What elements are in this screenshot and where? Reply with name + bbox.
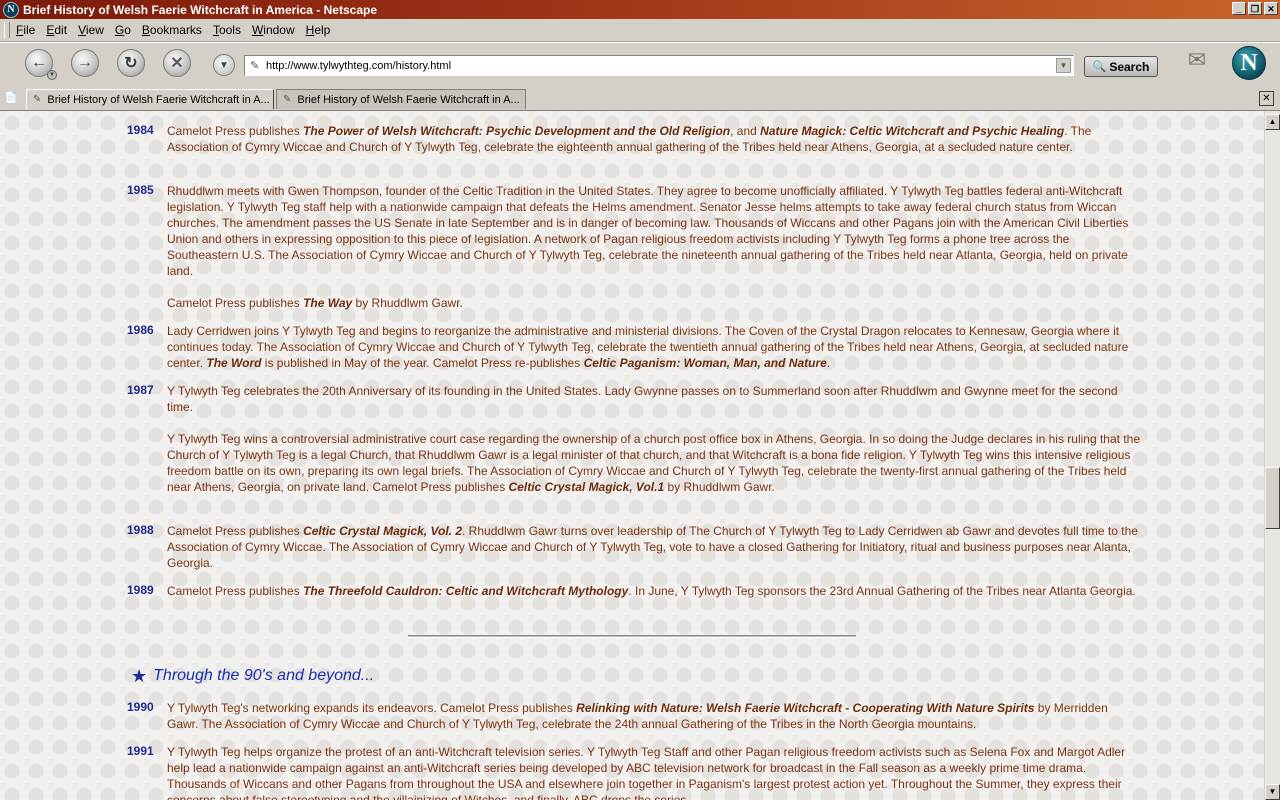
menu-tools[interactable]: Tools: [213, 23, 241, 37]
back-history-dropdown[interactable]: ▼: [47, 70, 57, 80]
book-title: Nature Magick: Celtic Witchcraft and Psy…: [760, 124, 1065, 138]
menu-go[interactable]: Go: [115, 23, 131, 37]
menu-access-key: H: [305, 23, 315, 37]
chevron-down-icon: ▼: [219, 59, 229, 71]
entry-year: 1988: [127, 523, 154, 537]
stop-icon: ✕: [170, 55, 184, 72]
address-bar[interactable]: ✎ http://www.tylwythteg.com/history.html…: [244, 55, 1074, 76]
menu-access-key: V: [78, 23, 86, 37]
entry-text: Camelot Press publishes Celtic Crystal M…: [167, 523, 1142, 571]
book-title: The Threefold Cauldron: Celtic and Witch…: [303, 584, 629, 598]
menu-access-key: T: [212, 23, 219, 37]
forward-arrow-icon: →: [77, 54, 93, 71]
close-icon: ✕: [1262, 93, 1271, 104]
magnifier-icon: 🔍: [1092, 61, 1107, 73]
entry-paragraph: Y Tylwyth Teg wins a controversial admin…: [167, 432, 1140, 494]
minimize-button[interactable]: _: [1232, 2, 1246, 15]
entry-paragraph: Y Tylwyth Teg celebrates the 20th Annive…: [167, 384, 1118, 414]
section-heading: ★ Through the 90's and beyond...: [131, 667, 374, 685]
mail-icon[interactable]: ✉: [1182, 47, 1212, 73]
book-title: Celtic Crystal Magick, Vol. 2: [303, 524, 463, 538]
tab-label: Brief History of Welsh Faerie Witchcraft…: [297, 93, 520, 106]
entry-year: 1991: [127, 744, 154, 758]
page-icon: ✎: [283, 94, 292, 105]
menu-access-key: G: [114, 23, 125, 37]
menu-window[interactable]: Window: [252, 23, 295, 37]
search-button-label: Search: [1109, 59, 1150, 74]
page-icon: ✎: [33, 94, 42, 105]
scroll-up-button[interactable]: ▲: [1265, 114, 1280, 130]
scroll-down-button[interactable]: ▼: [1265, 784, 1280, 800]
tab-label: Brief History of Welsh Faerie Witchcraft…: [47, 93, 270, 106]
url-dropdown-arrow[interactable]: ▼: [1056, 58, 1071, 73]
vertical-scrollbar[interactable]: ▲ ▼: [1264, 111, 1280, 800]
book-title: The Power of Welsh Witchcraft: Psychic D…: [303, 124, 731, 138]
title-bar: N Brief History of Welsh Faerie Witchcra…: [0, 0, 1280, 19]
menu-access-key: E: [46, 23, 55, 37]
menu-file[interactable]: File: [16, 23, 35, 37]
entry-paragraph: Camelot Press publishes The Threefold Ca…: [167, 584, 1136, 598]
entry-text: Y Tylwyth Teg's networking expands its e…: [167, 700, 1142, 732]
window-controls: _ ❐ ✕: [1232, 2, 1278, 15]
entry-year: 1986: [127, 323, 154, 337]
book-title: Celtic Crystal Magick, Vol.1: [508, 480, 665, 494]
entry-year: 1987: [127, 383, 154, 397]
menu-view[interactable]: View: [78, 23, 104, 37]
maximize-button[interactable]: ❐: [1248, 2, 1262, 15]
reload-icon: ↻: [124, 55, 138, 72]
menu-access-key: F: [16, 23, 24, 37]
book-title: Relinking with Nature: Welsh Faerie Witc…: [576, 701, 1035, 715]
entry-paragraph: Rhuddlwm meets with Gwen Thompson, found…: [167, 184, 1129, 278]
section-heading-text: Through the 90's and beyond...: [153, 667, 375, 684]
menu-edit[interactable]: Edit: [46, 23, 67, 37]
menu-help[interactable]: Help: [306, 23, 331, 37]
entry-text: Y Tylwyth Teg celebrates the 20th Annive…: [167, 383, 1142, 495]
entry-paragraph: Y Tylwyth Teg helps organize the protest…: [167, 745, 1126, 800]
toolbar-grip[interactable]: [4, 22, 10, 38]
book-title: The Way: [303, 296, 353, 310]
entry-text: Rhuddlwm meets with Gwen Thompson, found…: [167, 183, 1142, 311]
entry-year: 1985: [127, 183, 154, 197]
menu-bookmarks[interactable]: Bookmarks: [142, 23, 202, 37]
menu-access-key: B: [141, 23, 150, 37]
close-tab-button[interactable]: ✕: [1259, 91, 1274, 106]
stop-button[interactable]: ✕: [163, 49, 191, 77]
entry-text: Camelot Press publishes The Power of Wel…: [167, 123, 1142, 155]
entry-paragraph: Camelot Press publishes The Power of Wel…: [167, 124, 1092, 154]
book-title: The Word: [206, 356, 262, 370]
page-icon: ✎: [250, 60, 260, 72]
entry-text: Camelot Press publishes The Threefold Ca…: [167, 583, 1142, 599]
tab-1[interactable]: ✎ Brief History of Welsh Faerie Witchcra…: [26, 89, 274, 109]
entry-text: Y Tylwyth Teg helps organize the protest…: [167, 744, 1142, 800]
entry-paragraph: Lady Cerridwen joins Y Tylwyth Teg and b…: [167, 324, 1129, 370]
close-button[interactable]: ✕: [1264, 2, 1278, 15]
search-button[interactable]: 🔍 Search: [1084, 56, 1158, 77]
entry-paragraph: Camelot Press publishes The Way by Rhudd…: [167, 296, 463, 310]
reload-button[interactable]: ↻: [117, 49, 145, 77]
url-history-button[interactable]: ▼: [213, 54, 235, 76]
tab-2[interactable]: ✎ Brief History of Welsh Faerie Witchcra…: [276, 89, 526, 109]
window-title: Brief History of Welsh Faerie Witchcraft…: [23, 2, 377, 17]
entry-paragraph: Camelot Press publishes Celtic Crystal M…: [167, 524, 1138, 570]
tab-bar: 📄 ✎ Brief History of Welsh Faerie Witchc…: [0, 88, 1280, 111]
horizontal-rule: [408, 635, 856, 638]
forward-button[interactable]: →: [71, 49, 99, 77]
entry-year: 1990: [127, 700, 154, 714]
url-text[interactable]: http://www.tylwythteg.com/history.html: [266, 60, 1056, 72]
back-arrow-icon: ←: [31, 54, 47, 71]
menu-bar: File Edit View Go Bookmarks Tools Window Help: [0, 19, 1280, 42]
back-button[interactable]: ← ▼: [25, 49, 57, 80]
entry-year: 1989: [127, 583, 154, 597]
book-title: Celtic Paganism: Woman, Man, and Nature: [583, 356, 827, 370]
star-icon: ★: [131, 666, 148, 686]
scroll-thumb[interactable]: [1265, 467, 1280, 529]
netscape-app-icon[interactable]: N: [3, 1, 19, 18]
page-content: 1984 Camelot Press publishes The Power of…: [0, 111, 1264, 800]
new-tab-icon[interactable]: 📄: [4, 91, 18, 105]
netscape-logo[interactable]: N: [1232, 46, 1266, 80]
entry-text: Lady Cerridwen joins Y Tylwyth Teg and b…: [167, 323, 1142, 371]
entry-year: 1984: [127, 123, 154, 137]
entry-paragraph: Y Tylwyth Teg's networking expands its e…: [167, 701, 1108, 731]
menu-access-key: W: [251, 23, 264, 37]
